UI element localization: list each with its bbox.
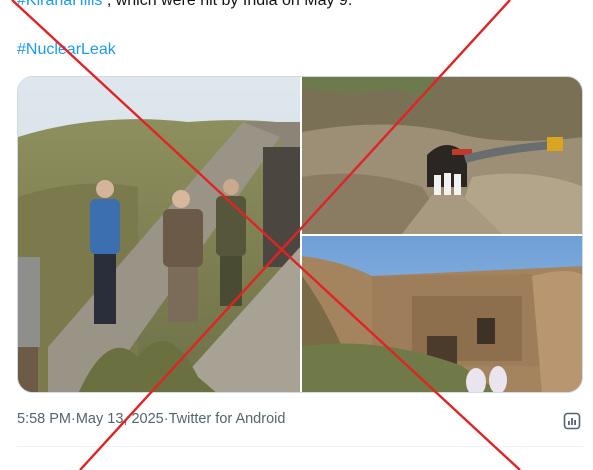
person-brown-shirt	[163, 190, 203, 322]
hashtag-nuclear-leak[interactable]: #NuclearLeak	[17, 41, 116, 58]
divider	[17, 446, 583, 447]
tweet-text: , which were hit by India on May 9.	[102, 0, 353, 9]
tweet-time[interactable]: 5:58 PM	[17, 411, 71, 427]
photo-tunnel-entrance[interactable]	[302, 77, 582, 234]
person-camouflage	[216, 179, 246, 306]
photo-bunker-entrance[interactable]	[18, 77, 300, 392]
tweet-client[interactable]: Twitter for Android	[169, 411, 286, 427]
media-grid	[17, 76, 583, 393]
tweet-date[interactable]: May 13, 2025	[76, 411, 164, 427]
tweet-text-line-2: #NuclearLeak	[17, 41, 116, 59]
tweet-text-line-1: #KiranaHills , which were hit by India o…	[17, 0, 352, 10]
analytics-icon[interactable]	[562, 411, 582, 431]
tweet-meta: 5:58 PM · May 13, 2025 · Twitter for And…	[17, 411, 285, 427]
photo-cave-structure[interactable]	[302, 236, 582, 392]
person-blue-shirt	[90, 180, 120, 324]
tweet-page: #KiranaHills , which were hit by India o…	[0, 0, 593, 470]
hashtag-kirana-hills[interactable]: #KiranaHills	[17, 0, 102, 9]
person-left-edge	[18, 257, 40, 392]
